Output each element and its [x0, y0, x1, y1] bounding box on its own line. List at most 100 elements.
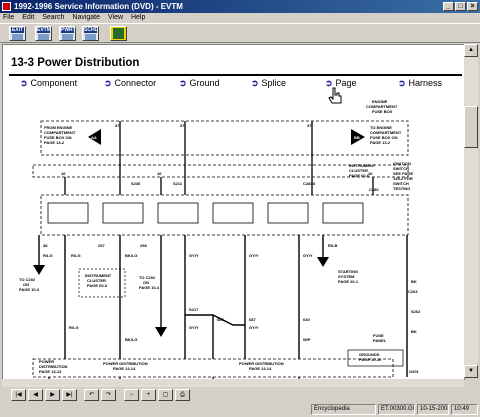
- svg-text:FUSEPANEL: FUSE PANEL: [373, 333, 387, 343]
- page-title: 13-3 Power Distribution: [11, 57, 140, 69]
- svg-text:640: 640: [303, 317, 310, 322]
- svg-text:S262: S262: [411, 309, 421, 314]
- last-page-button[interactable]: ▶|: [62, 389, 77, 401]
- maximize-button[interactable]: □: [455, 2, 466, 11]
- prev-page-button[interactable]: ◀: [28, 389, 43, 401]
- fit-page-button[interactable]: ▢: [158, 389, 173, 401]
- arrow-icon: ➲: [398, 78, 406, 88]
- svg-text:GY/Y: GY/Y: [249, 253, 259, 258]
- powertrain-label: PWRT: [61, 27, 76, 33]
- scroll-up-button[interactable]: ▲: [464, 44, 478, 57]
- window-title: 1992-1996 Service Information (DVD) - EV…: [14, 2, 183, 11]
- bottom-toolbar: |◀ ◀ ▶ ▶| ↶ ↷ − + ▢ ⎙ Encyclopedia ET.00…: [0, 388, 480, 417]
- schedule-icon: [85, 34, 96, 40]
- title-rule: [9, 74, 462, 76]
- svg-text:BK: BK: [411, 329, 417, 334]
- first-page-button[interactable]: |◀: [11, 389, 26, 401]
- nav-connector-label: Connector: [114, 78, 157, 88]
- svg-text:S217: S217: [189, 307, 199, 312]
- arrow-icon: ➲: [251, 78, 259, 88]
- svg-text:C280: C280: [369, 187, 379, 192]
- svg-text:R/LG: R/LG: [71, 253, 81, 258]
- svg-text:TO C202ONPAGE 10-3: TO C202 ON PAGE 10-3: [19, 277, 40, 292]
- menu-edit[interactable]: Edit: [19, 13, 37, 23]
- svg-text:R/LG: R/LG: [43, 253, 53, 258]
- minimize-button[interactable]: _: [443, 2, 454, 11]
- schedule-button[interactable]: SCHD: [82, 26, 99, 41]
- svg-text:GY/Y: GY/Y: [189, 253, 199, 258]
- notebook-button[interactable]: [110, 26, 127, 41]
- powertrain-icon: [62, 34, 73, 40]
- toolbar: EXIT EVTM PWRT SCHD: [0, 23, 480, 43]
- svg-text:INSTRUMENTCLUSTERPAGE 60-6: INSTRUMENT CLUSTER PAGE 60-6: [85, 273, 112, 288]
- svg-text:BK/LG: BK/LG: [125, 337, 137, 342]
- scroll-down-button[interactable]: ▼: [464, 365, 478, 378]
- svg-text:R/LB: R/LB: [328, 243, 337, 248]
- notebook-icon: [113, 28, 124, 39]
- exit-label: EXIT: [11, 27, 24, 33]
- nav-connector-link[interactable]: ➲ Connector: [104, 78, 156, 89]
- svg-text:16: 16: [157, 171, 162, 176]
- nav-component-label: Component: [30, 78, 78, 88]
- arrow-icon: ➲: [20, 78, 28, 88]
- menu-bar: File Edit Search Navigate View Help: [0, 13, 480, 23]
- svg-text:TO ENGINECOMPARTMENTFUSE BOX O: TO ENGINE COMPARTMENT FUSE BOX ON PAGE 13-2: [370, 125, 402, 145]
- vertical-scrollbar[interactable]: ▲ ▼: [464, 44, 478, 378]
- svg-text:POWER DISTRIBUTIONPAGE 13-14: POWER DISTRIBUTION PAGE 13-14: [103, 361, 148, 371]
- exit-button[interactable]: EXIT: [9, 26, 26, 41]
- svg-text:POWER DISTRIBUTIONPAGE 13-14: POWER DISTRIBUTION PAGE 13-14: [239, 361, 284, 371]
- svg-text:R/LG: R/LG: [69, 325, 79, 330]
- svg-text:37: 37: [307, 123, 312, 128]
- zoom-in-button[interactable]: +: [141, 389, 156, 401]
- svg-text:687: 687: [249, 317, 256, 322]
- arrow-icon: ➲: [104, 78, 112, 88]
- evtm-icon: [38, 34, 49, 40]
- zoom-out-button[interactable]: −: [124, 389, 139, 401]
- svg-text:S236: S236: [131, 181, 141, 186]
- menu-file[interactable]: File: [0, 13, 17, 23]
- menu-search[interactable]: Search: [39, 13, 67, 23]
- svg-text:C203: C203: [408, 289, 418, 294]
- nav-component-link[interactable]: ➲ Component: [20, 78, 77, 89]
- svg-text:TO C202ONPAGE 10-4: TO C202 ON PAGE 10-4: [139, 275, 160, 290]
- nav-ground-link[interactable]: ➲ Ground: [179, 78, 220, 89]
- menu-view[interactable]: View: [105, 13, 126, 23]
- svg-text:S211: S211: [173, 181, 183, 186]
- wiring-diagram: ENGINE COMPARTMENT FUSE BOX FROM ENGINE COM…: [19, 99, 421, 379]
- print-button[interactable]: ⎙: [175, 389, 190, 401]
- svg-text:G201: G201: [409, 369, 420, 374]
- arrow-icon: ➲: [179, 78, 187, 88]
- svg-text:C2838: C2838: [303, 181, 316, 186]
- svg-text:37: 37: [180, 123, 185, 128]
- svg-text:16: 16: [61, 171, 66, 176]
- svg-text:16: 16: [368, 171, 373, 176]
- forward-button[interactable]: ↷: [101, 389, 116, 401]
- nav-harness-link[interactable]: ➲ Harness: [398, 78, 442, 89]
- svg-text:IGNITIONSWITCHSEE PAGE149-2 FO: IGNITION SWITCH SEE PAGE 149-2 FOR SWITCH TES…: [393, 161, 413, 191]
- evtm-label: EVTM: [37, 27, 51, 33]
- powertrain-button[interactable]: PWRT: [59, 26, 76, 41]
- close-button[interactable]: ×: [467, 2, 478, 11]
- nav-splice-label: Splice: [261, 78, 287, 88]
- nav-splice-link[interactable]: ➲ Splice: [251, 78, 286, 89]
- next-page-button[interactable]: ▶: [45, 389, 60, 401]
- svg-text:BB: BB: [354, 135, 360, 140]
- menu-help[interactable]: Help: [128, 13, 148, 23]
- svg-text:GY/Y: GY/Y: [189, 325, 199, 330]
- exit-icon: [12, 34, 23, 40]
- svg-text:AA: AA: [91, 135, 97, 140]
- status-document: ET.00300.GUI: [378, 404, 415, 415]
- svg-text:GY/Y: GY/Y: [303, 253, 313, 258]
- app-icon: [2, 2, 11, 11]
- back-button[interactable]: ↶: [84, 389, 99, 401]
- scroll-thumb[interactable]: [464, 106, 478, 148]
- svg-text:BK: BK: [411, 279, 417, 284]
- status-encyclopedia: Encyclopedia: [311, 404, 376, 415]
- menu-navigate[interactable]: Navigate: [69, 13, 103, 23]
- svg-text:GY/Y: GY/Y: [249, 325, 259, 330]
- svg-text:38: 38: [43, 243, 48, 248]
- nav-ground-label: Ground: [189, 78, 220, 88]
- horizontal-scrollbar[interactable]: [2, 379, 464, 387]
- document-viewer: 13-3 Power Distribution ➲ Component ➲ Conn…: [2, 44, 465, 380]
- evtm-button[interactable]: EVTM: [35, 26, 52, 41]
